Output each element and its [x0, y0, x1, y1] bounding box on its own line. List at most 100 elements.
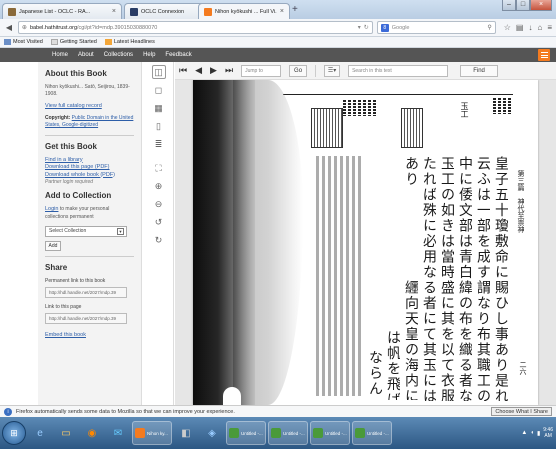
- bookmark-star-icon[interactable]: ☆: [504, 23, 511, 32]
- page-curl-corner: [223, 387, 241, 405]
- section-menu-button[interactable]: ☰▾: [324, 64, 341, 77]
- taskbar-item[interactable]: Untitled -...: [310, 421, 350, 445]
- rotate-left-icon[interactable]: ↺: [152, 215, 166, 229]
- volume-icon[interactable]: ◖: [530, 430, 534, 436]
- find-library-link[interactable]: Find in a library: [45, 157, 134, 165]
- search-bar[interactable]: 8 Google ⚲: [376, 21, 496, 34]
- site-header: Home About Collections Help Feedback: [0, 48, 556, 62]
- bookmark-getting-started[interactable]: Getting Started: [50, 39, 97, 45]
- fullscreen-icon[interactable]: ⛶: [152, 161, 166, 175]
- flip-view-icon[interactable]: ◻: [152, 83, 166, 97]
- bookmarks-menu-icon[interactable]: ▤: [516, 23, 524, 32]
- zoom-in-icon[interactable]: ⊕: [152, 179, 166, 193]
- zoom-out-icon[interactable]: ⊖: [152, 197, 166, 211]
- next-page-icon[interactable]: ▶: [210, 65, 217, 76]
- page-link-field[interactable]: http://hdl.handle.net/2027/mdp.39: [45, 312, 127, 324]
- outlook-icon[interactable]: ✉: [106, 421, 130, 445]
- maximize-button[interactable]: □: [516, 0, 530, 11]
- taskbar-item-label: Untitled -...: [325, 430, 347, 436]
- view-mode-toolbar: ◫ ◻ ▦ ▯ ≣ ⛶ ⊕ ⊖ ↺ ↻: [144, 62, 174, 405]
- first-page-icon[interactable]: ⏮: [179, 65, 187, 76]
- app-icon[interactable]: ◈: [200, 421, 224, 445]
- url-text: babel.hathitrust.org/cgi/pt?id=mdp.39015…: [29, 24, 158, 31]
- last-page-icon[interactable]: ⏭: [225, 65, 233, 76]
- nav-feedback[interactable]: Feedback: [165, 52, 191, 58]
- internet-explorer-icon[interactable]: e: [28, 421, 52, 445]
- text-column: 中に倭文部は青白緯の布を織る者なり: [457, 156, 472, 401]
- app-icon[interactable]: ◧: [174, 421, 198, 445]
- choose-share-button[interactable]: Choose What I Share: [491, 407, 552, 416]
- tab-japanese-list[interactable]: Japanese List - OCLC - RA... ×: [2, 3, 122, 19]
- about-heading: About this Book: [45, 69, 107, 78]
- start-button[interactable]: ⊞: [2, 421, 26, 445]
- clock-date: AM: [544, 433, 552, 439]
- site-identity-icon[interactable]: ⊕: [22, 24, 27, 31]
- taskbar-item[interactable]: Untitled -...: [352, 421, 392, 445]
- tab-nihon-kyokushi[interactable]: Nihon kyōkushi ... Full Vi... ×: [198, 3, 290, 19]
- menu-icon[interactable]: ≡: [547, 23, 552, 32]
- url-bar[interactable]: ⊕ babel.hathitrust.org/cgi/pt?id=mdp.390…: [17, 21, 373, 34]
- back-icon[interactable]: ◀: [4, 23, 14, 32]
- windows-taskbar: ⊞ e ▭ ◉ ✉ Nihon ky... ◧ ◈ Untitled -... …: [0, 417, 556, 449]
- file-explorer-icon[interactable]: ▭: [54, 421, 78, 445]
- bookmark-most-visited[interactable]: Most Visited: [4, 39, 43, 45]
- firefox-icon[interactable]: ◉: [80, 421, 104, 445]
- search-icon[interactable]: ⚲: [487, 24, 491, 31]
- nav-home[interactable]: Home: [52, 52, 68, 58]
- download-page-link[interactable]: Download this page (PDF): [45, 164, 134, 172]
- rotate-right-icon[interactable]: ↻: [152, 233, 166, 247]
- page-by-page-icon[interactable]: ▯: [152, 119, 166, 133]
- bookmark-label: Latest Headlines: [113, 39, 155, 45]
- full-record-link[interactable]: View full catalog record: [45, 103, 134, 111]
- copyright-info: Copyright: Public Domain in the United S…: [45, 115, 134, 130]
- search-placeholder: Google: [391, 24, 410, 31]
- nav-help[interactable]: Help: [143, 52, 155, 58]
- permanent-link-label: Permanent link to this book: [45, 277, 106, 284]
- taskbar-item-label: Nihon ky...: [147, 430, 168, 436]
- close-tab-icon[interactable]: ×: [112, 8, 116, 15]
- jump-to-input[interactable]: Jump to: [241, 64, 282, 77]
- tray-icon[interactable]: ▲: [521, 430, 527, 436]
- page-viewer[interactable]: 玉工 皇子五十瓊敷命に賜ひし事あり是れ作 云ふは一部を成す謂なり布其職工の多 中…: [175, 80, 556, 405]
- book-sidebar: About this Book Nihon kyōkushi... Satō, …: [38, 62, 142, 405]
- previous-page-icon[interactable]: ◀: [195, 65, 202, 76]
- window-controls: – □ ×: [502, 0, 552, 11]
- new-tab-button[interactable]: +: [292, 4, 298, 16]
- network-icon[interactable]: ▮: [537, 430, 540, 437]
- add-collection-button[interactable]: Add: [45, 240, 61, 251]
- clock[interactable]: 9:46 AM: [543, 427, 553, 439]
- search-text-input[interactable]: Search in this text: [348, 64, 449, 77]
- taskbar-item-label: Untitled -...: [283, 430, 305, 436]
- permanent-link-field[interactable]: http://hdl.handle.net/2027/mdp.39: [45, 286, 127, 298]
- taskbar-item-label: Untitled -...: [241, 430, 263, 436]
- document-icon: [229, 428, 239, 438]
- taskbar-item[interactable]: Nihon ky...: [132, 421, 172, 445]
- embed-link[interactable]: Embed this book: [45, 332, 134, 340]
- close-tab-icon[interactable]: ×: [280, 8, 284, 15]
- go-button[interactable]: Go: [289, 64, 308, 77]
- taskbar-item[interactable]: Untitled -...: [226, 421, 266, 445]
- window-close-button[interactable]: ×: [530, 0, 552, 11]
- nav-collections[interactable]: Collections: [104, 52, 133, 58]
- find-button[interactable]: Find: [460, 64, 499, 77]
- reload-icon[interactable]: ↻: [364, 24, 369, 31]
- minimize-button[interactable]: –: [502, 0, 516, 11]
- taskbar-item[interactable]: Untitled -...: [268, 421, 308, 445]
- divider: [45, 134, 134, 136]
- bookmark-latest-headlines[interactable]: Latest Headlines: [104, 39, 155, 45]
- plain-text-icon[interactable]: ≣: [152, 137, 166, 151]
- collection-select[interactable]: Select Collection ▼: [45, 225, 127, 237]
- download-icon[interactable]: ↓: [528, 23, 532, 32]
- thumbnail-view-icon[interactable]: ▦: [152, 101, 166, 115]
- dropdown-arrow-icon[interactable]: ▾: [358, 24, 361, 31]
- nav-about[interactable]: About: [78, 52, 94, 58]
- hamburger-menu-icon[interactable]: [538, 49, 550, 61]
- login-link[interactable]: Login: [45, 206, 58, 212]
- search-engine-icon[interactable]: 8: [380, 23, 389, 32]
- scroll-view-icon[interactable]: ◫: [151, 65, 166, 79]
- browser-tab-strip: Japanese List - OCLC - RA... × OCLC Conn…: [0, 0, 556, 19]
- notification-bar: i Firefox automatically sends some data …: [0, 405, 556, 417]
- text-column: 玉工の如きは當時盛に其を以て衣服装: [439, 156, 454, 401]
- home-icon[interactable]: ⌂: [537, 23, 542, 32]
- download-book-link[interactable]: Download whole book (PDF): [45, 172, 134, 180]
